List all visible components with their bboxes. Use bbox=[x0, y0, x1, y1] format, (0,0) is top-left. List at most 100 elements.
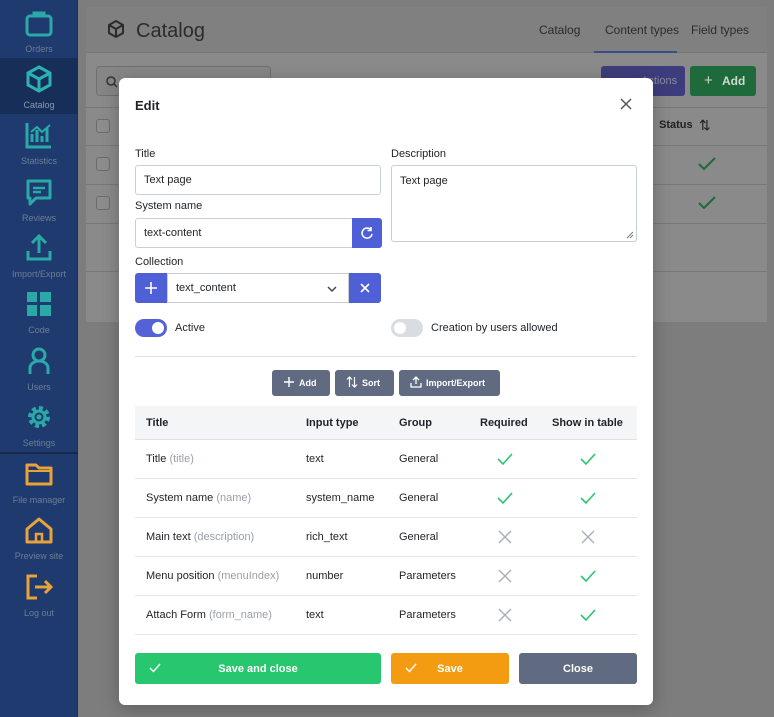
check-icon bbox=[698, 196, 716, 210]
catalog-cube-icon bbox=[26, 65, 52, 93]
sidebar-item-statistics[interactable]: Statistics bbox=[0, 114, 78, 170]
description-textarea[interactable]: Text page bbox=[391, 165, 637, 242]
close-icon bbox=[360, 283, 370, 293]
column-header-required: Required bbox=[480, 417, 528, 429]
row-checkbox[interactable] bbox=[96, 196, 110, 210]
sort-fields-label: Sort bbox=[362, 378, 380, 388]
field-title: System name bbox=[146, 492, 214, 504]
sidebar: Orders Catalog Statistics Reviews Import… bbox=[0, 0, 78, 717]
field-title: Main text bbox=[146, 531, 191, 543]
tab-field-types[interactable]: Field types bbox=[691, 23, 749, 37]
sidebar-item-import-export[interactable]: Import/Export bbox=[0, 227, 78, 283]
save-button[interactable]: Save bbox=[391, 653, 509, 684]
field-group: Parameters bbox=[399, 609, 456, 621]
tab-content-types[interactable]: Content types bbox=[605, 23, 679, 37]
table-row[interactable]: Main text (description) rich_text General bbox=[135, 518, 637, 557]
add-field-button[interactable]: Add bbox=[272, 370, 330, 396]
sidebar-item-label: File manager bbox=[12, 495, 66, 505]
add-collection-button[interactable] bbox=[135, 273, 167, 303]
home-icon bbox=[25, 517, 53, 544]
description-value: Text page bbox=[400, 175, 448, 187]
sidebar-item-catalog[interactable]: Catalog bbox=[0, 58, 78, 114]
active-toggle[interactable] bbox=[135, 319, 167, 337]
select-all-checkbox[interactable] bbox=[96, 119, 110, 133]
field-title-cell: Attach Form (form_name) bbox=[146, 609, 272, 621]
reviews-chat-icon bbox=[26, 179, 52, 206]
field-group: Parameters bbox=[399, 570, 456, 582]
cross-icon[interactable] bbox=[496, 607, 514, 623]
sidebar-item-code[interactable]: Code bbox=[0, 283, 78, 339]
creation-allowed-toggle[interactable] bbox=[391, 319, 423, 337]
row-checkbox[interactable] bbox=[96, 157, 110, 171]
table-row[interactable]: Attach Form (form_name) text Parameters bbox=[135, 596, 637, 635]
sidebar-item-reviews[interactable]: Reviews bbox=[0, 171, 78, 227]
field-system-name: (form_name) bbox=[208, 609, 272, 621]
sort-fields-button[interactable]: Sort bbox=[335, 370, 394, 396]
field-input-type: number bbox=[306, 570, 344, 582]
close-label: Close bbox=[563, 663, 593, 675]
sidebar-item-orders[interactable]: Orders bbox=[0, 2, 78, 58]
table-row[interactable]: System name (name) system_name General bbox=[135, 479, 637, 518]
sidebar-item-preview-site[interactable]: Preview site bbox=[0, 509, 78, 565]
close-icon[interactable] bbox=[617, 95, 635, 113]
field-system-name: (description) bbox=[193, 531, 255, 543]
sidebar-item-label: Orders bbox=[25, 44, 53, 54]
check-icon[interactable] bbox=[579, 490, 597, 506]
check-icon[interactable] bbox=[496, 490, 514, 506]
creation-allowed-label: Creation by users allowed bbox=[431, 322, 558, 334]
system-name-label: System name bbox=[135, 200, 203, 212]
sidebar-item-file-manager[interactable]: File manager bbox=[0, 453, 78, 509]
plus-icon bbox=[284, 377, 294, 387]
check-icon[interactable] bbox=[579, 607, 597, 623]
status-column-header[interactable]: Status bbox=[659, 119, 693, 131]
search-icon bbox=[106, 76, 118, 88]
sidebar-item-settings[interactable]: Settings bbox=[0, 396, 78, 452]
table-row[interactable]: Title (title) text General bbox=[135, 440, 637, 479]
field-input-type: rich_text bbox=[306, 531, 348, 543]
sort-icon bbox=[346, 376, 358, 388]
resize-grip-icon[interactable] bbox=[626, 231, 634, 239]
title-input[interactable]: Text page bbox=[135, 165, 381, 195]
field-group: General bbox=[399, 492, 439, 504]
sidebar-item-label: Import/Export bbox=[11, 269, 67, 279]
field-system-name: (menuIndex) bbox=[217, 570, 280, 582]
save-label: Save bbox=[437, 663, 463, 675]
check-icon bbox=[698, 157, 716, 171]
code-blocks-icon bbox=[27, 292, 51, 316]
sidebar-item-label: Preview site bbox=[14, 551, 64, 561]
sort-icon[interactable]: ⇅ bbox=[699, 117, 711, 134]
field-system-name: (name) bbox=[216, 492, 252, 504]
tab-catalog[interactable]: Catalog bbox=[539, 23, 580, 37]
folder-icon bbox=[25, 463, 53, 486]
sidebar-item-label: Catalog bbox=[23, 100, 55, 110]
cross-icon[interactable] bbox=[496, 529, 514, 545]
cross-icon[interactable] bbox=[496, 568, 514, 584]
toggle-knob bbox=[152, 322, 164, 334]
field-group: General bbox=[399, 453, 439, 465]
field-title-cell: Title (title) bbox=[146, 453, 194, 465]
collection-select[interactable]: text_content bbox=[167, 273, 349, 303]
check-icon[interactable] bbox=[496, 451, 514, 467]
sidebar-item-logout[interactable]: Log out bbox=[0, 566, 78, 622]
check-icon[interactable] bbox=[579, 568, 597, 584]
cross-icon[interactable] bbox=[579, 529, 597, 545]
field-title: Menu position bbox=[146, 570, 215, 582]
import-export-button[interactable]: Import/Export bbox=[399, 370, 500, 396]
field-title: Title bbox=[146, 453, 167, 465]
save-and-close-button[interactable]: Save and close bbox=[135, 653, 381, 684]
check-icon[interactable] bbox=[579, 451, 597, 467]
clear-collection-button[interactable] bbox=[349, 273, 381, 303]
sidebar-item-users[interactable]: Users bbox=[0, 340, 78, 396]
close-button[interactable]: Close bbox=[519, 653, 637, 684]
edit-modal: Edit Title Text page System name text-co… bbox=[119, 78, 653, 705]
chevron-down-icon bbox=[327, 286, 337, 293]
regenerate-button[interactable] bbox=[352, 218, 382, 248]
add-button[interactable]: + Add bbox=[690, 66, 756, 96]
sidebar-item-label: Log out bbox=[23, 608, 55, 618]
add-button-label: Add bbox=[722, 74, 746, 88]
column-header-show-in-table: Show in table bbox=[552, 417, 623, 429]
system-name-input[interactable]: text-content bbox=[135, 218, 353, 248]
table-row[interactable]: Menu position (menuIndex) number Parameter… bbox=[135, 557, 637, 596]
toggle-knob bbox=[394, 322, 406, 334]
logout-icon bbox=[26, 574, 54, 600]
